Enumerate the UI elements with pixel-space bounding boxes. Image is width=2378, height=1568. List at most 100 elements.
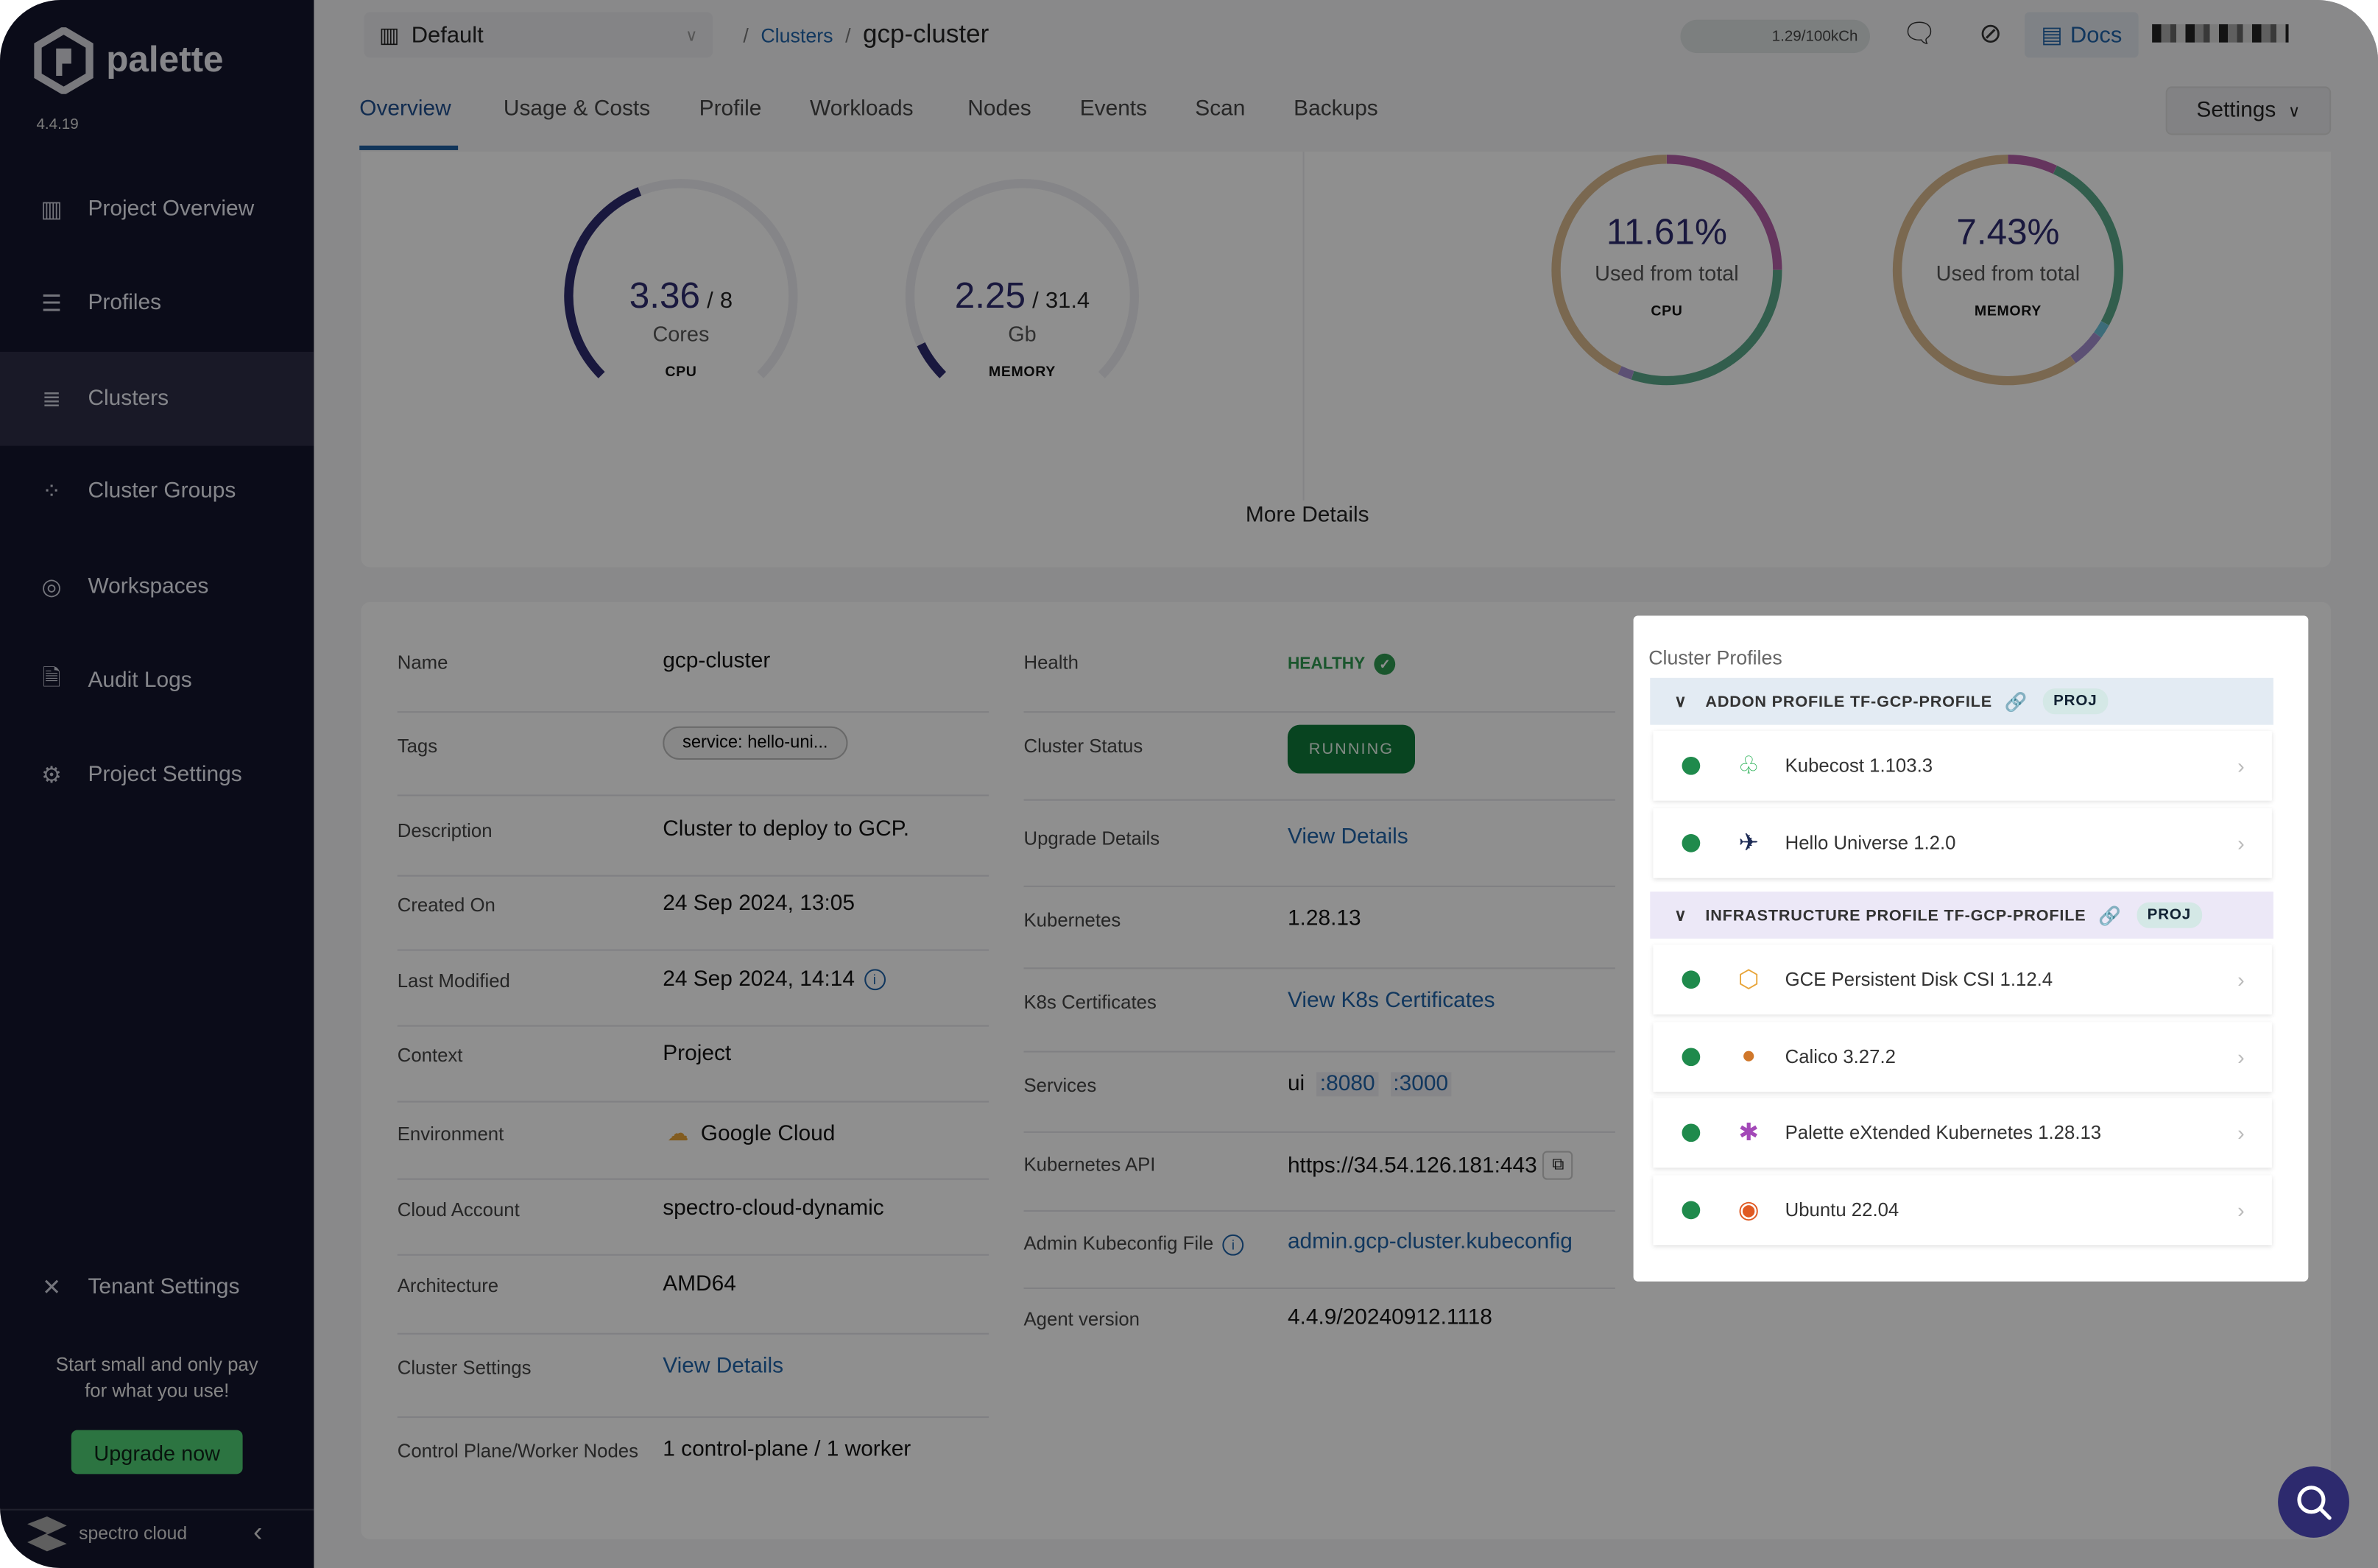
tag-value: service: hello-uni...	[663, 726, 848, 760]
row-divider	[397, 1101, 989, 1103]
settings-dropdown-button[interactable]: Settings ∨	[2165, 86, 2332, 135]
profile-group-name: INFRASTRUCTURE PROFILE TF-GCP-PROFILE	[1705, 905, 2086, 925]
project-selector[interactable]: ▥ Default ∨	[364, 12, 713, 58]
tag-chip[interactable]: service: hello-uni...	[663, 726, 848, 760]
search-icon	[2296, 1485, 2331, 1519]
chevron-right-icon: ›	[2237, 967, 2245, 992]
k8s-certificates-link[interactable]: View K8s Certificates	[1288, 989, 1495, 1013]
tab-nodes[interactable]: Nodes	[967, 97, 1031, 121]
tools-icon: ✕	[42, 1275, 61, 1302]
link-icon[interactable]: 🔗	[2098, 905, 2122, 926]
status-dot	[1682, 1200, 1701, 1219]
status-dot	[1682, 970, 1701, 989]
health-text: HEALTHY	[1287, 654, 1366, 674]
detail-label: Cluster Status	[1024, 735, 1143, 757]
usage-credits-pill[interactable]: 1.29/100kCh	[1680, 19, 1870, 54]
sidebar-item-project-settings[interactable]: ⚙ Project Settings	[0, 728, 314, 822]
upgrade-details-link[interactable]: View Details	[1288, 825, 1408, 850]
more-details-button[interactable]: More Details	[1232, 504, 1383, 528]
layer-name: Calico 3.27.2	[1785, 1045, 1896, 1067]
upgrade-now-button[interactable]: Upgrade now	[71, 1430, 243, 1475]
chevron-down-icon[interactable]: ∨	[1674, 691, 1687, 711]
search-fab-button[interactable]	[2278, 1466, 2349, 1538]
kubernetes-api-url: https://34.54.126.181:443	[1287, 1153, 1537, 1178]
sidebar-item-audit-logs[interactable]: 🗎 Audit Logs	[0, 634, 314, 728]
palette-logo[interactable]: palette	[33, 27, 224, 94]
sidebar-item-workspaces[interactable]: ◎ Workspaces	[0, 540, 314, 634]
detail-label-text: Admin Kubeconfig File	[1023, 1232, 1214, 1254]
file-search-icon: 🗎	[42, 665, 61, 691]
calico-icon: ●	[1741, 1042, 1757, 1069]
breadcrumb-clusters-link[interactable]: Clusters	[761, 24, 833, 46]
layer-name: Hello Universe 1.2.0	[1785, 831, 1956, 853]
sidebar-item-profiles[interactable]: ☰ Profiles	[0, 256, 314, 350]
detail-label-text: K8s Certificates	[1023, 992, 1157, 1014]
detail-value: Project	[663, 1042, 732, 1067]
sidebar-item-clusters[interactable]: ≣ Clusters	[0, 351, 314, 446]
tab-scan[interactable]: Scan	[1195, 97, 1245, 121]
cluster-settings-link[interactable]: View Details	[663, 1355, 783, 1379]
tab-profile[interactable]: Profile	[699, 97, 762, 121]
user-menu[interactable]	[2152, 24, 2289, 43]
chevron-down-icon[interactable]: ∨	[1674, 905, 1687, 925]
detail-label: Context	[397, 1045, 463, 1067]
sidebar-item-tenant-settings[interactable]: ✕ Tenant Settings	[0, 1240, 314, 1335]
profile-group-header[interactable]: ∨ ADDON PROFILE TF-GCP-PROFILE 🔗 PROJ	[1650, 677, 2273, 725]
collapse-sidebar-icon[interactable]: ‹	[253, 1516, 262, 1548]
row-divider	[1023, 1050, 1615, 1052]
chart-icon: ▥	[40, 197, 63, 223]
link-icon[interactable]: 🔗	[2004, 691, 2028, 712]
detail-label: Kubernetes	[1024, 910, 1121, 931]
tab-usage-costs[interactable]: Usage & Costs	[504, 97, 650, 121]
profile-group-name: ADDON PROFILE TF-GCP-PROFILE	[1705, 692, 1992, 711]
cpu-donut-caption: CPU	[1651, 303, 1683, 320]
copy-icon[interactable]: ⧉	[1543, 1151, 1573, 1180]
docs-button[interactable]: ▤ Docs	[2025, 12, 2139, 58]
sidebar-item-label: Profiles	[88, 291, 162, 316]
cpu-total: 8	[719, 288, 733, 314]
upgrade-promo: Start small and only pay for what you us…	[0, 1353, 314, 1405]
row-divider	[1023, 1131, 1615, 1133]
detail-label-text: Services	[1023, 1075, 1097, 1097]
detail-label: Admin Kubeconfig File i	[1023, 1232, 1244, 1256]
health-status: HEALTHY ✓	[1287, 653, 1396, 675]
tab-overview[interactable]: Overview	[359, 97, 451, 121]
cpu-used: 3.36	[629, 275, 700, 317]
chevron-down-icon: ∨	[2287, 102, 2301, 121]
row-divider	[397, 1024, 989, 1026]
last-modified-value: 24 Sep 2024, 14:14 i	[663, 967, 886, 992]
info-icon[interactable]: i	[864, 969, 886, 991]
service-port-link[interactable]: :3000	[1390, 1072, 1452, 1097]
profile-group-header[interactable]: ∨ INFRASTRUCTURE PROFILE TF-GCP-PROFILE 🔗 P…	[1650, 891, 2273, 939]
sidebar-item-project-overview[interactable]: ▥ Project Overview	[0, 162, 314, 256]
info-icon[interactable]: i	[1222, 1234, 1244, 1256]
profile-layer-item[interactable]: ⬡ GCE Persistent Disk CSI 1.12.4 ›	[1653, 944, 2272, 1015]
sidebar-item-label: Project Overview	[88, 197, 255, 222]
sidebar-divider	[0, 1508, 314, 1511]
profile-layer-item[interactable]: ♧ Kubecost 1.103.3 ›	[1653, 730, 2272, 801]
detail-label-text: Kubernetes API	[1023, 1154, 1156, 1176]
tab-events[interactable]: Events	[1080, 97, 1147, 121]
layer-name: Palette eXtended Kubernetes 1.28.13	[1785, 1122, 2102, 1144]
chat-icon[interactable]: 🗨	[1902, 18, 1936, 50]
compass-icon[interactable]: ⊘	[1979, 18, 2002, 50]
spectro-cloud-logo-icon	[27, 1516, 67, 1552]
kubeconfig-download-link[interactable]: admin.gcp-cluster.kubeconfig	[1288, 1230, 1573, 1254]
profile-layer-item[interactable]: ✈ Hello Universe 1.2.0 ›	[1653, 807, 2272, 877]
service-port-link[interactable]: :8080	[1316, 1072, 1378, 1097]
detail-label: Health	[1024, 652, 1079, 674]
memory-gauge-label: 2.25 / 31.4 Gb MEMORY	[901, 276, 1144, 381]
memory-donut-label: 7.43% Used from total MEMORY	[1887, 212, 2130, 319]
layer-name: Ubuntu 22.04	[1785, 1198, 1899, 1221]
profile-layer-item[interactable]: ✱ Palette eXtended Kubernetes 1.28.13 ›	[1653, 1098, 2272, 1168]
chevron-right-icon: ›	[2237, 1044, 2245, 1069]
detail-label: Services	[1024, 1076, 1097, 1097]
tab-backups[interactable]: Backups	[1294, 97, 1378, 121]
profile-layer-item[interactable]: ● Calico 3.27.2 ›	[1653, 1021, 2272, 1092]
chevron-right-icon: ›	[2237, 1120, 2245, 1145]
sidebar-item-cluster-groups[interactable]: ⁘ Cluster Groups	[0, 445, 314, 539]
tab-workloads[interactable]: Workloads	[810, 97, 914, 121]
service-name: ui	[1287, 1072, 1305, 1097]
profile-layer-item[interactable]: ◉ Ubuntu 22.04 ›	[1653, 1174, 2272, 1245]
detail-label-text: Kubernetes	[1023, 910, 1121, 931]
